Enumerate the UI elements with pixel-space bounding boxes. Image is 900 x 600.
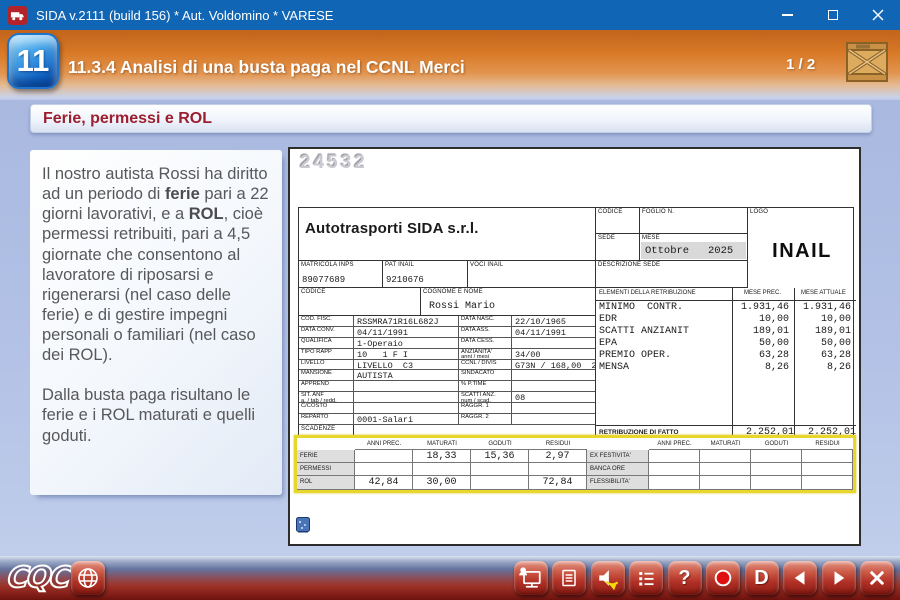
employee-name-cell: COGNOME E NOMERossi Mario — [421, 288, 595, 316]
inail-logo: INAIL — [748, 240, 856, 263]
record-button[interactable] — [706, 561, 740, 595]
next-icon — [827, 566, 851, 590]
payslip-document: 24532 Autotrasporti SIDA s.r.l. MATRICOL… — [288, 147, 861, 546]
window-title: SIDA v.2111 (build 156) * Aut. Voldomino… — [36, 8, 333, 23]
cqc-logo: CQC — [6, 560, 71, 594]
maximize-icon — [828, 10, 838, 20]
matricola-cell: MATRICOLA INPS89077689 — [299, 261, 383, 288]
exit-button[interactable] — [860, 561, 894, 595]
index-list-button[interactable] — [629, 561, 663, 595]
lesson-paragraph-2: Dalla busta paga risultano le ferie e i … — [42, 385, 271, 445]
previous-button[interactable] — [783, 561, 817, 595]
leave-table-highlight: ANNI PREC. MATURATI GODUTI RESIDUI ANNI … — [294, 435, 856, 493]
help-button[interactable]: ? — [668, 561, 702, 595]
dictionary-icon: D — [754, 567, 768, 590]
employee-data-grid: COD. FISC.RSSMRA71R16L682JDATA NASC.22/1… — [299, 316, 595, 425]
company-name: Autotrasporti SIDA s.r.l. — [299, 208, 595, 237]
help-icon: ? — [678, 567, 690, 590]
lesson-text-panel: Il nostro autista Rossi ha diritto ad un… — [30, 150, 282, 495]
minimize-button[interactable] — [765, 0, 810, 30]
pat-inail-cell: PAT INAIL9210676 — [383, 261, 468, 288]
section-title-bar: Ferie, permessi e ROL — [30, 104, 872, 133]
notes-icon — [557, 566, 581, 590]
app-window: SIDA v.2111 (build 156) * Aut. Voldomino… — [0, 0, 900, 600]
notes-button[interactable] — [552, 561, 586, 595]
payslip-serial: 24532 — [300, 152, 368, 174]
retribution-area: CODICE FOGLIO N. LOGO INAIL SEDE MESE Ot… — [595, 208, 855, 438]
employee-name: Rossi Mario — [429, 301, 495, 312]
close-icon — [872, 9, 884, 21]
monitor-person-icon — [517, 564, 545, 592]
screen-share-button[interactable] — [514, 561, 548, 595]
page-indicator: 1 / 2 — [786, 56, 815, 73]
globe-icon — [76, 566, 100, 590]
section-title: Ferie, permessi e ROL — [43, 110, 212, 128]
inail-logo-cell: LOGO INAIL — [748, 208, 856, 288]
previous-icon — [788, 566, 812, 590]
stamp-icon — [296, 517, 310, 538]
voci-inail-cell: VOCI INAIL — [468, 261, 595, 288]
chapter-badge: 11 — [7, 33, 59, 89]
lesson-header: 11 11.3.4 Analisi di una busta paga nel … — [0, 30, 900, 100]
index-list-icon — [634, 566, 658, 590]
employee-code-cell: CODICE — [299, 288, 421, 316]
window-titlebar: SIDA v.2111 (build 156) * Aut. Voldomino… — [0, 0, 900, 30]
globe-button[interactable] — [71, 561, 105, 595]
next-button[interactable] — [822, 561, 856, 595]
lesson-title: 11.3.4 Analisi di una busta paga nel CCN… — [68, 46, 465, 88]
wooden-crate-icon — [844, 38, 890, 89]
close-icon — [865, 566, 889, 590]
retribution-items: MINIMO CONTR.1.931,461.931,46 EDR10,0010… — [596, 302, 856, 374]
dictionary-button[interactable]: D — [745, 561, 779, 595]
audio-icon — [594, 564, 622, 592]
navigation-toolbar: CQC — [0, 556, 900, 600]
minimize-icon — [782, 14, 793, 16]
maximize-button[interactable] — [810, 0, 855, 30]
pay-month: Ottobre 2025 — [641, 242, 746, 259]
record-icon — [710, 565, 736, 591]
month-cell: MESE Ottobre 2025 — [640, 234, 748, 261]
audio-button[interactable] — [591, 561, 625, 595]
lesson-paragraph-1: Il nostro autista Rossi ha diritto ad un… — [42, 164, 271, 365]
company-cell: Autotrasporti SIDA s.r.l. — [299, 208, 595, 261]
close-window-button[interactable] — [855, 0, 900, 30]
truck-icon — [8, 6, 27, 25]
payslip-form: Autotrasporti SIDA s.r.l. MATRICOLA INPS… — [298, 207, 854, 492]
